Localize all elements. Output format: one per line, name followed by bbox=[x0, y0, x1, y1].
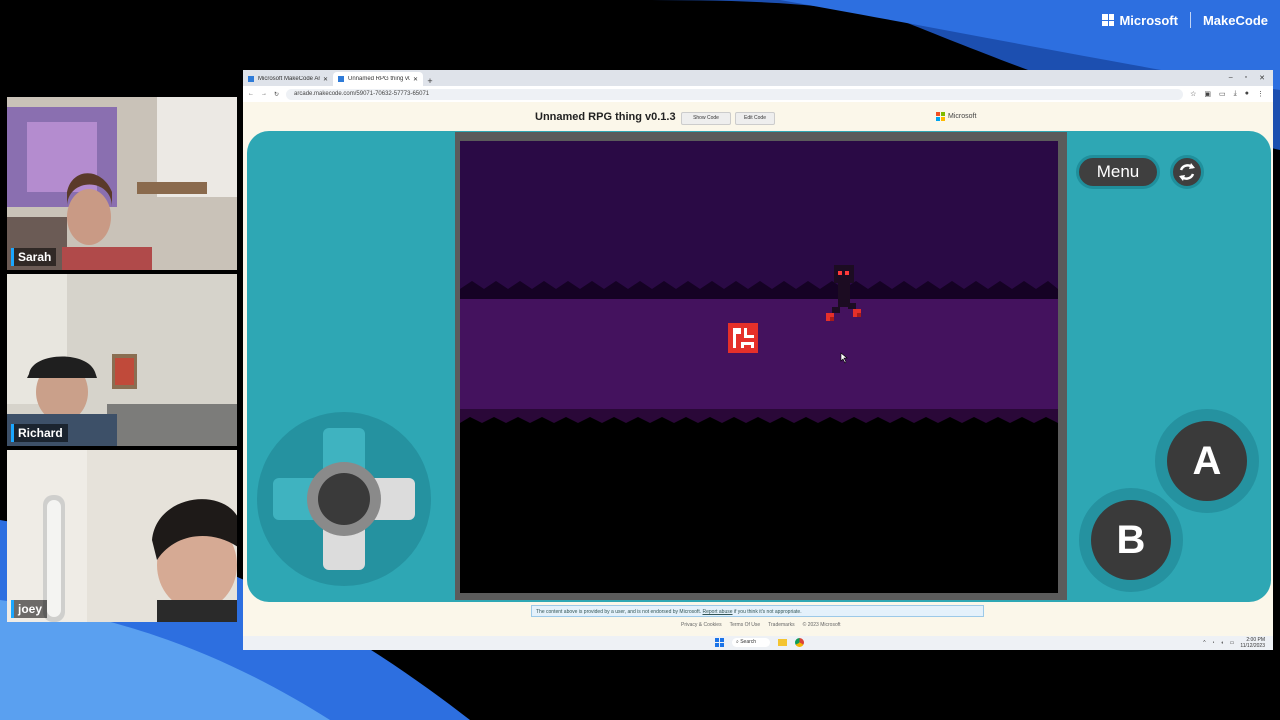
windows-start-icon[interactable] bbox=[715, 638, 724, 647]
browser-window: Microsoft MakeCode Arcade ✕ Unnamed RPG … bbox=[243, 70, 1273, 650]
brand-divider bbox=[1189, 12, 1191, 28]
microsoft-logo-icon bbox=[936, 112, 945, 121]
microsoft-logo-icon bbox=[1102, 14, 1115, 26]
window-controls: – ▫ ✕ bbox=[1229, 74, 1273, 82]
more-menu-icon[interactable]: ⋮ bbox=[1257, 90, 1264, 98]
footer-link-trademarks[interactable]: Trademarks bbox=[768, 622, 795, 628]
file-explorer-icon[interactable] bbox=[778, 639, 787, 646]
edit-code-button[interactable]: Edit Code bbox=[735, 112, 775, 125]
forward-arrow-icon[interactable]: → bbox=[261, 91, 267, 97]
makecode-favicon-icon bbox=[338, 76, 344, 82]
disclaimer-text: The content above is provided by a user,… bbox=[536, 609, 702, 615]
webcam-feed bbox=[7, 97, 237, 270]
close-tab-icon[interactable]: ✕ bbox=[323, 76, 328, 83]
download-icon[interactable]: ⤓ bbox=[1234, 90, 1237, 98]
footer-link-terms[interactable]: Terms Of Use bbox=[730, 622, 761, 628]
video-tile-sarah: Sarah bbox=[7, 97, 237, 270]
game-screen-frame bbox=[455, 132, 1067, 600]
game-header: Unnamed RPG thing v0.1.3 Show Code Edit … bbox=[243, 102, 1273, 132]
refresh-icon bbox=[1179, 163, 1195, 181]
sidebar-icon[interactable]: ▭ bbox=[1219, 90, 1226, 98]
tray-chevron-icon[interactable]: ^ bbox=[1203, 640, 1205, 646]
windows-taskbar: ⌕ Search ^ ◔ ◖ ▭ 2:00 PM 11/12/2023 bbox=[243, 636, 1273, 650]
a-button[interactable]: A bbox=[1155, 409, 1259, 513]
clock-date: 11/12/2023 bbox=[1240, 643, 1265, 649]
makecode-favicon-icon bbox=[248, 76, 254, 82]
disclaimer-tail: if you think it's not appropriate. bbox=[733, 609, 802, 615]
taskbar-clock[interactable]: 2:00 PM 11/12/2023 bbox=[1240, 637, 1265, 649]
red-item-sprite bbox=[728, 323, 758, 353]
browser-toolbar-icons: ☆ ▣ ▭ ⤓ ● ⋮ bbox=[1190, 90, 1268, 98]
participant-name: Richard bbox=[11, 424, 68, 442]
profile-icon[interactable]: ● bbox=[1245, 90, 1249, 98]
webcam-feed bbox=[7, 274, 237, 446]
game-screen[interactable] bbox=[460, 141, 1058, 593]
taskbar-center: ⌕ Search bbox=[715, 638, 804, 647]
video-tile-joey: joey bbox=[7, 450, 237, 622]
menu-button[interactable]: Menu bbox=[1076, 155, 1160, 189]
close-tab-icon[interactable]: ✕ bbox=[413, 76, 418, 83]
close-window-button[interactable]: ✕ bbox=[1259, 74, 1265, 82]
microsoft-text: Microsoft bbox=[948, 113, 977, 120]
arcade-console: Menu A B bbox=[247, 131, 1271, 602]
url-field[interactable]: arcade.makecode.com/59071-70632-57773-65… bbox=[286, 88, 1184, 100]
brand-makecode: MakeCode bbox=[1202, 12, 1268, 28]
browser-tab-bar: Microsoft MakeCode Arcade ✕ Unnamed RPG … bbox=[243, 70, 1273, 86]
microsoft-page-logo: Microsoft bbox=[936, 112, 976, 121]
game-title: Unnamed RPG thing v0.1.3 bbox=[535, 111, 676, 123]
restart-button[interactable] bbox=[1170, 155, 1204, 189]
dpad-joystick-knob bbox=[318, 473, 370, 525]
back-arrow-icon[interactable]: ← bbox=[248, 91, 254, 97]
taskbar-search-label: Search bbox=[740, 639, 757, 645]
extensions-icon[interactable]: ▣ bbox=[1204, 90, 1211, 98]
network-icon[interactable]: ◔ bbox=[1212, 640, 1215, 646]
user-content-disclaimer: The content above is provided by a user,… bbox=[531, 605, 984, 617]
battery-icon[interactable]: ▭ bbox=[1230, 640, 1235, 646]
webcam-feed bbox=[7, 450, 237, 622]
footer-link-privacy[interactable]: Privacy & Cookies bbox=[681, 622, 722, 628]
minimize-button[interactable]: – bbox=[1229, 74, 1233, 82]
tab-title: Microsoft MakeCode Arcade bbox=[258, 76, 320, 82]
makecode-share-page: Unnamed RPG thing v0.1.3 Show Code Edit … bbox=[243, 102, 1273, 636]
dpad[interactable] bbox=[257, 412, 431, 586]
chrome-icon[interactable] bbox=[795, 638, 804, 647]
footer-copyright: © 2023 Microsoft bbox=[802, 622, 841, 628]
brand-microsoft: Microsoft bbox=[1119, 12, 1178, 28]
participant-name: joey bbox=[11, 600, 48, 618]
new-tab-button[interactable]: + bbox=[423, 76, 437, 86]
video-tile-richard: Richard bbox=[7, 274, 237, 446]
browser-tab-active[interactable]: Unnamed RPG thing v0.1.3 ✕ bbox=[333, 72, 423, 86]
taskbar-tray: ^ ◔ ◖ ▭ 2:00 PM 11/12/2023 bbox=[1203, 637, 1265, 649]
reload-icon[interactable]: ↻ bbox=[274, 91, 279, 98]
maximize-button[interactable]: ▫ bbox=[1245, 74, 1247, 82]
volume-icon[interactable]: ◖ bbox=[1221, 640, 1224, 646]
game-scene bbox=[460, 141, 1058, 593]
url-text: arcade.makecode.com/59071-70632-57773-65… bbox=[294, 91, 430, 97]
microsoft-makecode-brand: Microsoft MakeCode bbox=[1102, 10, 1280, 30]
report-abuse-link[interactable]: Report abuse bbox=[703, 609, 733, 615]
b-button[interactable]: B bbox=[1079, 488, 1183, 592]
tab-title: Unnamed RPG thing v0.1.3 bbox=[348, 76, 410, 82]
taskbar-search[interactable]: ⌕ Search bbox=[732, 638, 770, 647]
browser-tab[interactable]: Microsoft MakeCode Arcade ✕ bbox=[243, 72, 333, 86]
participant-name: Sarah bbox=[11, 248, 57, 266]
bookmark-star-icon[interactable]: ☆ bbox=[1190, 90, 1196, 98]
footer-links: Privacy & Cookies Terms Of Use Trademark… bbox=[681, 622, 841, 628]
show-code-button[interactable]: Show Code bbox=[681, 112, 731, 125]
address-bar-row: ← → ↻ arcade.makecode.com/59071-70632-57… bbox=[243, 86, 1273, 102]
